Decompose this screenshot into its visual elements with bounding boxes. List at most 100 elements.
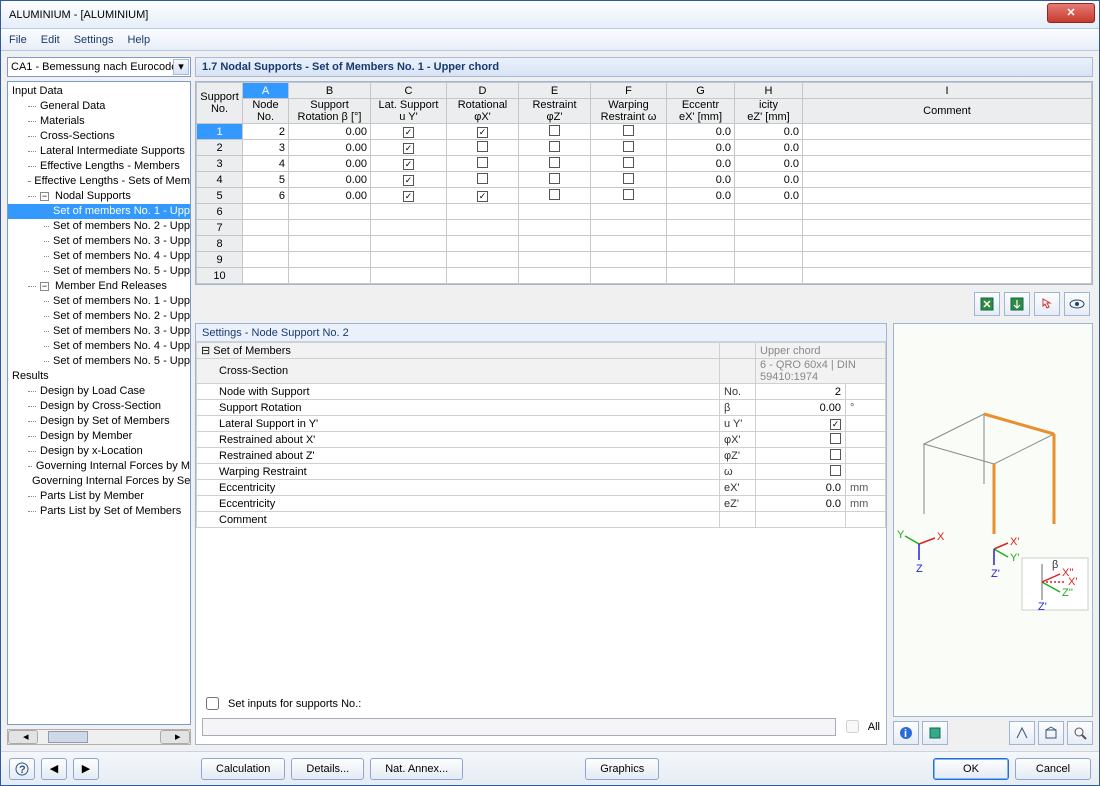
checkbox-icon[interactable]: ✓ xyxy=(403,159,414,170)
tree-eff-sets[interactable]: Effective Lengths - Sets of Mem xyxy=(8,174,190,189)
tree-nodal-supports[interactable]: −Nodal Supports xyxy=(8,189,190,204)
col-G[interactable]: G xyxy=(667,83,735,99)
eye-icon[interactable] xyxy=(1064,292,1090,316)
prop-row[interactable]: Warping Restraintω xyxy=(197,464,886,480)
checkbox-icon[interactable] xyxy=(549,157,560,168)
zoom-icon[interactable] xyxy=(1067,721,1093,745)
property-grid[interactable]: ⊟ Set of MembersUpper chord Cross-Sectio… xyxy=(196,342,886,528)
checkbox-icon[interactable]: ✓ xyxy=(403,191,414,202)
tree-mer4[interactable]: Set of members No. 4 - Upp xyxy=(8,339,190,354)
table-row[interactable]: 340.00✓0.00.0 xyxy=(197,156,1092,172)
checkbox-icon[interactable] xyxy=(477,157,488,168)
tree-r8[interactable]: Parts List by Member xyxy=(8,489,190,504)
tree-cross-sections[interactable]: Cross-Sections xyxy=(8,129,190,144)
calculation-button[interactable]: Calculation xyxy=(201,758,285,780)
tree-mer5[interactable]: Set of members No. 5 - Upp xyxy=(8,354,190,369)
scroll-right-icon[interactable]: ▸ xyxy=(160,730,190,744)
excel-import-icon[interactable] xyxy=(1004,292,1030,316)
checkbox-icon[interactable] xyxy=(623,125,634,136)
table-row[interactable]: 560.00✓✓0.00.0 xyxy=(197,188,1092,204)
tree-hscroll[interactable]: ◂ ▸ xyxy=(7,729,191,745)
checkbox-icon[interactable] xyxy=(477,173,488,184)
scroll-thumb[interactable] xyxy=(48,731,88,743)
prop-set-of-members-label[interactable]: ⊟ Set of Members xyxy=(197,343,720,359)
checkbox-icon[interactable] xyxy=(549,141,560,152)
prop-row[interactable]: Restrained about Z'φZ' xyxy=(197,448,886,464)
tree-ns3[interactable]: Set of members No. 3 - Upp xyxy=(8,234,190,249)
tree-general-data[interactable]: General Data xyxy=(8,99,190,114)
view-1-icon[interactable] xyxy=(1009,721,1035,745)
table-row[interactable]: 450.00✓0.00.0 xyxy=(197,172,1092,188)
col-D[interactable]: D xyxy=(447,83,519,99)
help-icon[interactable]: ? xyxy=(9,758,35,780)
prop-row[interactable]: Comment xyxy=(197,512,886,528)
close-button[interactable]: ✕ xyxy=(1047,3,1095,23)
tree-r4[interactable]: Design by Member xyxy=(8,429,190,444)
excel-export-icon[interactable] xyxy=(974,292,1000,316)
checkbox-icon[interactable]: ✓ xyxy=(403,143,414,154)
tree-ns4[interactable]: Set of members No. 4 - Upp xyxy=(8,249,190,264)
checkbox-icon[interactable] xyxy=(623,189,634,200)
checkbox-icon[interactable] xyxy=(830,449,841,460)
tree-ns5[interactable]: Set of members No. 5 - Upp xyxy=(8,264,190,279)
supports-grid[interactable]: SupportNo. A B C D E F G H I NodeNo. Sup… xyxy=(195,81,1093,285)
set-inputs-checkbox[interactable] xyxy=(206,697,219,710)
table-row[interactable]: 120.00✓✓0.00.0 xyxy=(197,124,1092,140)
tree-r6[interactable]: Governing Internal Forces by M xyxy=(8,459,190,474)
col-B[interactable]: B xyxy=(289,83,371,99)
chevron-down-icon[interactable]: ▾ xyxy=(173,59,189,75)
checkbox-icon[interactable] xyxy=(623,173,634,184)
nav-tree[interactable]: Input Data General Data Materials Cross-… xyxy=(7,81,191,725)
table-row[interactable]: 10 xyxy=(197,268,1092,284)
scroll-left-icon[interactable]: ◂ xyxy=(8,730,38,744)
tree-mer2[interactable]: Set of members No. 2 - Upp xyxy=(8,309,190,324)
tree-r9[interactable]: Parts List by Set of Members xyxy=(8,504,190,519)
prop-row[interactable]: Node with SupportNo.2 xyxy=(197,384,886,400)
checkbox-icon[interactable]: ✓ xyxy=(477,191,488,202)
tree-results[interactable]: Results xyxy=(8,369,190,384)
table-row[interactable]: 230.00✓0.00.0 xyxy=(197,140,1092,156)
tree-r3[interactable]: Design by Set of Members xyxy=(8,414,190,429)
details-button[interactable]: Details... xyxy=(291,758,364,780)
tree-mer[interactable]: −Member End Releases xyxy=(8,279,190,294)
cancel-button[interactable]: Cancel xyxy=(1015,758,1091,780)
prop-row[interactable]: Restrained about X'φX' xyxy=(197,432,886,448)
pick-icon[interactable] xyxy=(1034,292,1060,316)
tree-r5[interactable]: Design by x-Location xyxy=(8,444,190,459)
table-row[interactable]: 6 xyxy=(197,204,1092,220)
checkbox-icon[interactable] xyxy=(549,189,560,200)
prev-icon[interactable]: ◀ xyxy=(41,758,67,780)
menu-edit[interactable]: Edit xyxy=(41,34,60,46)
checkbox-icon[interactable] xyxy=(623,157,634,168)
checkbox-icon[interactable]: ✓ xyxy=(830,419,841,430)
checkbox-icon[interactable] xyxy=(623,141,634,152)
set-inputs-field[interactable] xyxy=(202,718,836,736)
menu-help[interactable]: Help xyxy=(127,34,150,46)
next-icon[interactable]: ▶ xyxy=(73,758,99,780)
checkbox-icon[interactable]: ✓ xyxy=(477,127,488,138)
tree-input-data[interactable]: Input Data xyxy=(8,84,190,99)
col-I[interactable]: I xyxy=(803,83,1092,99)
tree-mer1[interactable]: Set of members No. 1 - Upp xyxy=(8,294,190,309)
col-F[interactable]: F xyxy=(591,83,667,99)
col-H[interactable]: H xyxy=(735,83,803,99)
checkbox-icon[interactable] xyxy=(830,465,841,476)
checkbox-icon[interactable] xyxy=(549,173,560,184)
col-A[interactable]: A xyxy=(243,83,289,99)
menu-file[interactable]: File xyxy=(9,34,27,46)
load-case-combo[interactable]: CA1 - Bemessung nach Eurocode ▾ xyxy=(7,57,191,77)
checkbox-icon[interactable] xyxy=(830,433,841,444)
prop-row[interactable]: Lateral Support in Y'u Y'✓ xyxy=(197,416,886,432)
collapse-icon[interactable]: − xyxy=(40,282,49,291)
prop-row[interactable]: Support Rotationβ0.00° xyxy=(197,400,886,416)
prop-row[interactable]: EccentricityeX'0.0mm xyxy=(197,480,886,496)
collapse-icon[interactable]: − xyxy=(40,192,49,201)
prop-cross-section-label[interactable]: Cross-Section xyxy=(197,359,720,384)
tree-eff-members[interactable]: Effective Lengths - Members xyxy=(8,159,190,174)
tree-r1[interactable]: Design by Load Case xyxy=(8,384,190,399)
col-C[interactable]: C xyxy=(371,83,447,99)
checkbox-icon[interactable] xyxy=(477,141,488,152)
tree-ns2[interactable]: Set of members No. 2 - Upp xyxy=(8,219,190,234)
view-2-icon[interactable] xyxy=(1038,721,1064,745)
model-preview[interactable]: X Y Z X' Y' Z' xyxy=(893,323,1093,717)
